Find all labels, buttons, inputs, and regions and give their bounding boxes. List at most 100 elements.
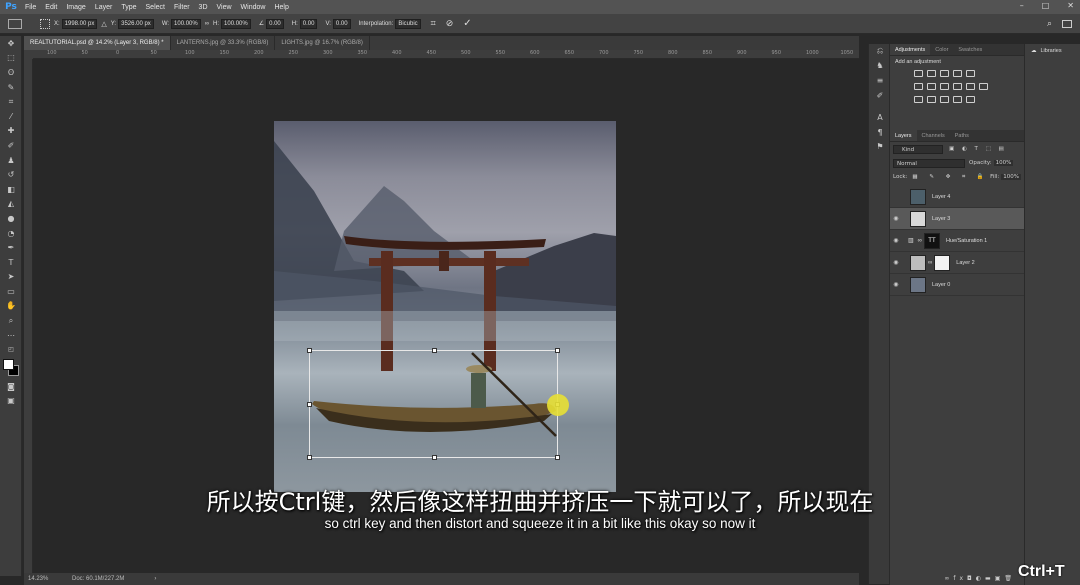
paint-bucket-icon[interactable]: ◭ bbox=[0, 197, 22, 212]
menu-layer[interactable]: Layer bbox=[95, 4, 113, 11]
tab-realtutorial[interactable]: REALTUTORIAL.psd @ 14.2% (Layer 3, RGB/8… bbox=[24, 36, 171, 50]
more-tools-icon[interactable]: ⋯ bbox=[0, 328, 22, 343]
lock-icons[interactable]: ▦ ✎ ✥ ⌗ 🔒 bbox=[912, 174, 988, 181]
brightness-icon[interactable] bbox=[914, 70, 923, 77]
w-field[interactable]: 100.00% bbox=[171, 18, 201, 29]
rectangle-tool-icon[interactable]: ▭ bbox=[0, 284, 22, 299]
lasso-tool-icon[interactable]: ʘ bbox=[0, 65, 22, 80]
move-tool-icon[interactable]: ✥ bbox=[0, 36, 22, 51]
quick-mask-icon[interactable]: ◙ bbox=[0, 379, 22, 394]
tab-lights[interactable]: LIGHTS.jpg @ 16.7% (RGB/8) bbox=[275, 36, 370, 50]
eye-icon[interactable]: ◉ bbox=[890, 237, 902, 244]
opacity-field[interactable]: 100% bbox=[993, 160, 1014, 166]
pen-tool-icon[interactable]: ✒ bbox=[0, 240, 22, 255]
hand-tool-icon[interactable]: ✋ bbox=[0, 299, 22, 314]
link-icon[interactable]: ∞ bbox=[205, 21, 209, 27]
actions-panel-icon[interactable]: ♞ bbox=[869, 59, 891, 74]
link-layers-icon[interactable]: ∞ bbox=[944, 575, 953, 582]
type-tool-icon[interactable]: T bbox=[0, 255, 22, 270]
x-field[interactable]: 1998.00 px bbox=[61, 18, 98, 29]
h-field[interactable]: 100.00% bbox=[221, 18, 251, 29]
tab-color[interactable]: Color bbox=[930, 44, 953, 55]
eyedropper-tool-icon[interactable]: ⁄ bbox=[0, 109, 22, 124]
curves-icon[interactable] bbox=[940, 70, 949, 77]
selective-color-icon[interactable] bbox=[953, 96, 962, 103]
foreground-color[interactable] bbox=[3, 359, 14, 371]
add-mask-icon[interactable]: ◘ bbox=[967, 575, 976, 582]
close-button[interactable]: ✕ bbox=[1067, 1, 1074, 10]
color-balance-icon[interactable] bbox=[927, 83, 936, 90]
tab-paths[interactable]: Paths bbox=[950, 130, 974, 141]
threshold-icon[interactable] bbox=[940, 96, 949, 103]
commit-transform-icon[interactable]: ✓ bbox=[463, 18, 471, 29]
transform-handle-tc[interactable] bbox=[432, 348, 437, 353]
menu-select[interactable]: Select bbox=[146, 4, 165, 11]
marquee-tool-icon[interactable]: ⬚ bbox=[0, 51, 22, 66]
clone-stamp-icon[interactable]: ♟ bbox=[0, 153, 22, 168]
menu-3d[interactable]: 3D bbox=[199, 4, 208, 11]
vskew-field[interactable]: 0.00 bbox=[332, 18, 351, 29]
layer-row-2[interactable]: ◉ ∞ Layer 2 bbox=[890, 252, 1024, 274]
kind-filter-select[interactable]: Kind bbox=[893, 144, 943, 154]
menu-file[interactable]: File bbox=[25, 4, 36, 11]
tab-channels[interactable]: Channels bbox=[917, 130, 950, 141]
brush-panel-icon[interactable]: ✐ bbox=[869, 88, 891, 103]
dodge-tool-icon[interactable]: ◔ bbox=[0, 226, 22, 241]
menu-filter[interactable]: Filter bbox=[174, 4, 190, 11]
delete-layer-icon[interactable]: 🗑 bbox=[1004, 575, 1016, 582]
exposure-icon[interactable] bbox=[953, 70, 962, 77]
hue-saturation-icon[interactable] bbox=[914, 83, 923, 90]
properties-panel-icon[interactable]: ≡ bbox=[869, 73, 891, 88]
workspace-icon[interactable] bbox=[1062, 19, 1072, 28]
tab-swatches[interactable]: Swatches bbox=[953, 44, 987, 55]
new-layer-icon[interactable]: ▣ bbox=[995, 575, 1005, 582]
layer-row-0[interactable]: ◉ Layer 0 bbox=[890, 274, 1024, 296]
transform-handle-br[interactable] bbox=[555, 455, 560, 460]
zoom-tool-icon[interactable]: ⌕ bbox=[0, 313, 22, 328]
eye-icon[interactable]: ◉ bbox=[890, 259, 902, 266]
posterize-icon[interactable] bbox=[927, 96, 936, 103]
minimize-button[interactable]: – bbox=[1020, 1, 1024, 10]
interpolation-select[interactable]: Bicubic bbox=[395, 18, 421, 29]
status-arrow-icon[interactable]: › bbox=[154, 576, 156, 582]
fx-icon[interactable]: fx bbox=[953, 575, 967, 582]
invert-icon[interactable] bbox=[914, 96, 923, 103]
tab-lanterns[interactable]: LANTERNS.jpg @ 33.3% (RGB/8) bbox=[171, 36, 276, 50]
fill-field[interactable]: 100% bbox=[1001, 174, 1021, 180]
transform-handle-bl[interactable] bbox=[307, 455, 312, 460]
paragraph-panel-icon[interactable]: ¶ bbox=[869, 125, 891, 140]
transform-handle-tr[interactable] bbox=[555, 348, 560, 353]
path-select-icon[interactable]: ➤ bbox=[0, 270, 22, 285]
filter-icons[interactable]: ▣ ◐ T ⬚ ▤ bbox=[949, 146, 1007, 152]
warp-icon[interactable]: ⌗ bbox=[431, 18, 436, 29]
maximize-button[interactable]: □ bbox=[1042, 1, 1050, 10]
libraries-tab[interactable]: ☁ Libraries bbox=[1025, 44, 1080, 58]
tab-adjustments[interactable]: Adjustments bbox=[890, 44, 931, 55]
transform-handle-tl[interactable] bbox=[307, 348, 312, 353]
eye-icon[interactable]: ◉ bbox=[890, 215, 902, 222]
new-adjustment-icon[interactable]: ◐ bbox=[976, 575, 985, 582]
default-colors-icon[interactable]: ◰ bbox=[0, 342, 22, 357]
vibrance-icon[interactable] bbox=[966, 70, 975, 77]
layer-row-3[interactable]: ◉ Layer 3 bbox=[890, 208, 1024, 230]
black-white-icon[interactable] bbox=[940, 83, 949, 90]
channel-mixer-icon[interactable] bbox=[966, 83, 975, 90]
transform-tool-icon[interactable] bbox=[8, 18, 22, 29]
character-panel-icon[interactable]: A bbox=[869, 110, 891, 125]
transform-handle-bc[interactable] bbox=[432, 455, 437, 460]
angle-field[interactable]: 0.00 bbox=[266, 18, 284, 29]
healing-brush-icon[interactable]: ✚ bbox=[0, 124, 22, 139]
layer-row-hue-saturation[interactable]: ◉ ▥ ∞ TT Hue/Saturation 1 bbox=[890, 230, 1024, 252]
reference-point-icon[interactable] bbox=[40, 18, 50, 29]
menu-view[interactable]: View bbox=[217, 4, 232, 11]
menu-window[interactable]: Window bbox=[241, 4, 266, 11]
levels-icon[interactable] bbox=[927, 70, 936, 77]
color-swatches[interactable] bbox=[0, 357, 22, 379]
menu-type[interactable]: Type bbox=[121, 4, 136, 11]
transform-handle-ml[interactable] bbox=[307, 402, 312, 407]
cancel-transform-icon[interactable]: ⊘ bbox=[446, 18, 454, 29]
gradient-map-icon[interactable] bbox=[966, 96, 975, 103]
y-field[interactable]: 3526.00 px bbox=[118, 18, 154, 29]
quick-select-tool-icon[interactable]: ✎ bbox=[0, 80, 22, 95]
glyphs-panel-icon[interactable]: ⚑ bbox=[869, 140, 891, 155]
